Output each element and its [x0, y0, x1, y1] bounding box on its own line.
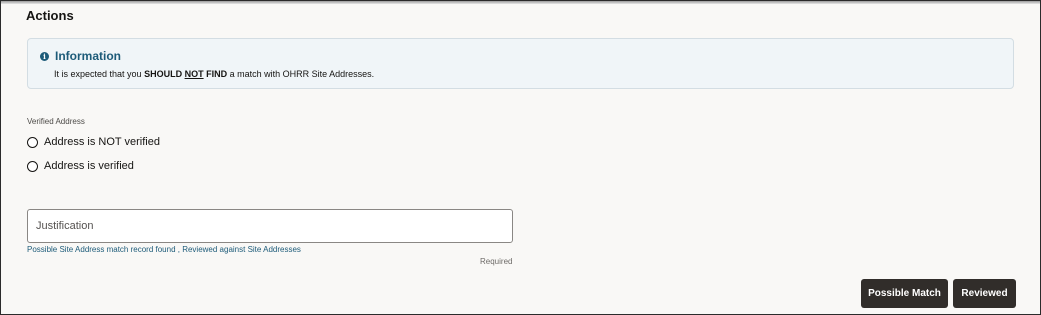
justification-helper-text: Possible Site Address match record found… [27, 245, 301, 254]
information-text-should: SHOULD [144, 69, 183, 79]
possible-match-button[interactable]: Possible Match [861, 279, 948, 308]
required-indicator: Required [480, 257, 513, 266]
radio-address-verified[interactable]: Address is verified [27, 160, 134, 172]
actions-panel: Actions i Information It is expected tha… [0, 0, 1041, 315]
information-text-prefix: It is expected that you [54, 69, 145, 79]
information-text: It is expected that you SHOULD NOT FIND … [54, 69, 374, 79]
information-text-find: FIND [206, 69, 228, 79]
section-title: Actions [26, 8, 74, 23]
information-text-suffix: a match with OHRR Site Addresses. [227, 69, 375, 79]
top-divider [1, 1, 1040, 4]
justification-input[interactable]: Justification [27, 209, 513, 243]
radio-label-verified: Address is verified [44, 160, 134, 172]
verified-address-label: Verified Address [27, 117, 85, 126]
radio-address-not-verified[interactable]: Address is NOT verified [27, 136, 160, 148]
radio-button-verified[interactable] [27, 160, 38, 172]
information-banner: i Information It is expected that you SH… [27, 38, 1014, 89]
radio-label-not-verified: Address is NOT verified [44, 136, 160, 148]
reviewed-button[interactable]: Reviewed [953, 279, 1016, 308]
radio-button-not-verified[interactable] [27, 136, 38, 148]
information-text-not: NOT [184, 69, 204, 79]
info-icon: i [40, 52, 49, 61]
justification-placeholder: Justification [36, 220, 94, 232]
information-title: Information [55, 49, 121, 63]
